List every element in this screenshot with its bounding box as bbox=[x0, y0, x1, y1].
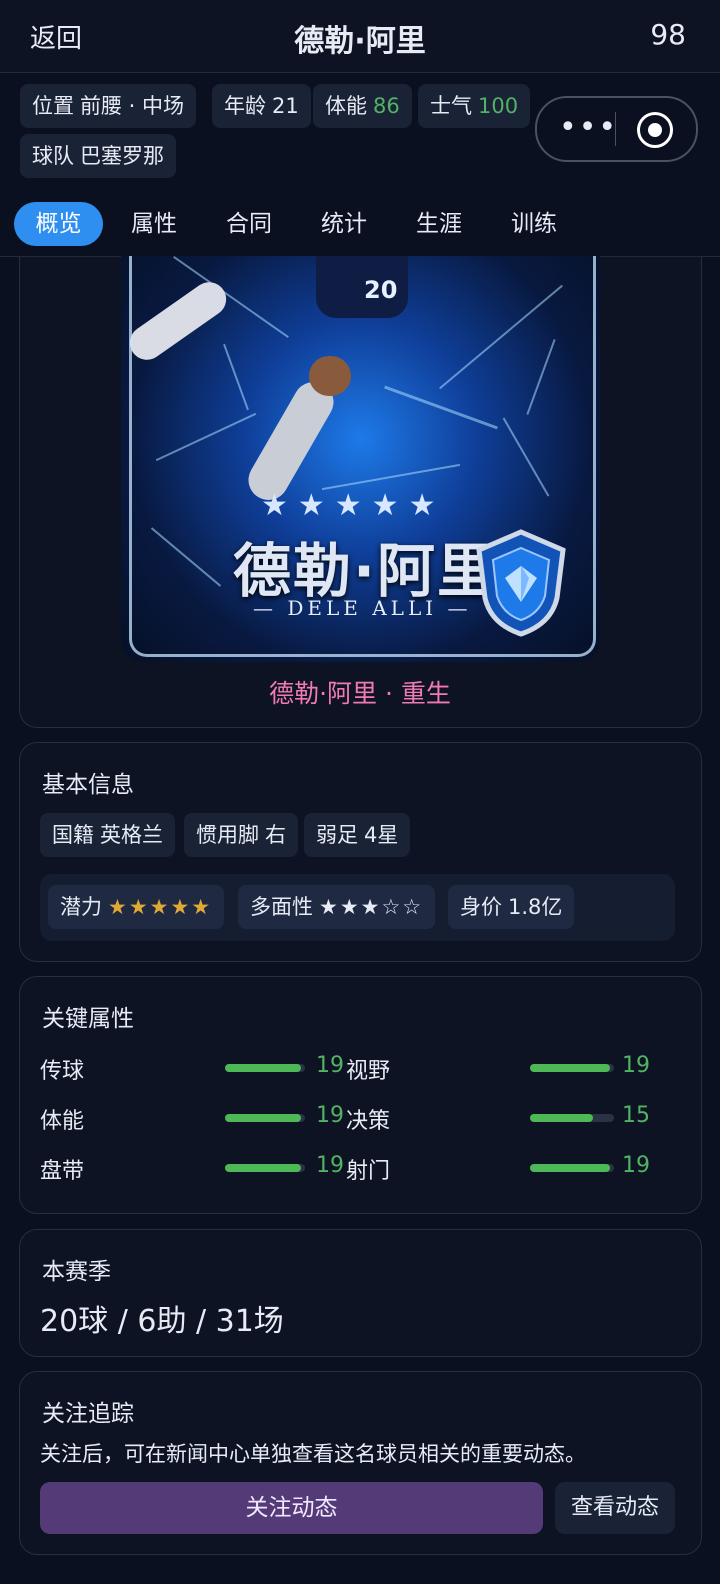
team-label: 球队 bbox=[32, 144, 74, 168]
attr-value: 19 bbox=[316, 1103, 344, 1128]
versatility-pill: 多面性 ★★★☆☆ bbox=[238, 885, 436, 929]
tab-overview[interactable]: 概览 bbox=[14, 202, 103, 246]
tab-bar: 概览 属性 合同 统计 生涯 训练 bbox=[0, 196, 720, 257]
potential-label: 潜力 bbox=[60, 895, 102, 919]
foot-value: 右 bbox=[265, 823, 286, 847]
versatility-label: 多面性 bbox=[250, 895, 313, 919]
follow-button[interactable]: 关注动态 bbox=[40, 1482, 543, 1534]
nationality-value: 英格兰 bbox=[100, 823, 163, 847]
attr-bar-fill bbox=[225, 1164, 301, 1172]
attr-bar bbox=[225, 1064, 305, 1072]
basic-info-card: 基本信息 国籍 英格兰 惯用脚右 弱足 4星 潜力 ★★★★★ 多面性 ★★★☆☆ 身价… bbox=[19, 742, 702, 962]
stamina-pill: 体能 86 bbox=[313, 84, 412, 128]
nationality-label: 国籍 bbox=[52, 823, 94, 847]
attr-bar bbox=[530, 1164, 614, 1172]
attr-bar bbox=[225, 1114, 305, 1122]
position-label: 位置 bbox=[32, 94, 74, 118]
player-card-art[interactable]: 20 ★★★★★ 德勒·阿里 — DELE ALLI — bbox=[121, 256, 600, 662]
position-pill: 位置 前腰 · 中场 bbox=[20, 84, 197, 128]
stamina-label: 体能 bbox=[325, 94, 367, 118]
rating-box: 潜力 ★★★★★ 多面性 ★★★☆☆ 身价 1.8亿 bbox=[40, 874, 675, 941]
morale-label: 士气 bbox=[430, 94, 472, 118]
attr-bar bbox=[225, 1164, 305, 1172]
age-pill: 年龄 21 bbox=[212, 84, 311, 128]
value-value: 1.8亿 bbox=[508, 895, 563, 919]
capsule-divider bbox=[615, 112, 616, 146]
miniprogram-capsule: ••• bbox=[535, 96, 698, 162]
attr-bar-fill bbox=[530, 1164, 610, 1172]
tab-training[interactable]: 训练 bbox=[492, 202, 576, 246]
follow-title: 关注追踪 bbox=[42, 1401, 134, 1427]
attr-label: 决策 bbox=[346, 1109, 391, 1134]
attr-label: 传球 bbox=[40, 1059, 85, 1084]
morale-pill: 士气 100 bbox=[418, 84, 531, 128]
view-updates-button[interactable]: 查看动态 bbox=[555, 1482, 675, 1534]
season-card: 本赛季 20球 / 6助 / 31场 bbox=[19, 1229, 702, 1357]
top-bar: 返回 德勒·阿里 98 bbox=[0, 0, 720, 73]
morale-value: 100 bbox=[478, 94, 519, 118]
card-edition-label: 德勒·阿里 · 重生 bbox=[269, 679, 451, 708]
overall-rating: 98 bbox=[650, 18, 686, 51]
foot-pill: 惯用脚右 bbox=[184, 813, 298, 857]
attr-value: 15 bbox=[622, 1103, 650, 1128]
value-label: 身价 bbox=[460, 895, 502, 919]
position-value: 前腰 · 中场 bbox=[80, 94, 185, 118]
attr-value: 19 bbox=[622, 1053, 650, 1078]
follow-card: 关注追踪 关注后，可在新闻中心单独查看这名球员相关的重要动态。 关注动态 查看动… bbox=[19, 1371, 702, 1555]
attr-label: 射门 bbox=[346, 1159, 391, 1184]
attr-label: 视野 bbox=[346, 1059, 391, 1084]
attr-bar bbox=[530, 1114, 614, 1122]
tab-attributes[interactable]: 属性 bbox=[112, 202, 196, 246]
attr-bar-fill bbox=[225, 1064, 301, 1072]
nationality-pill: 国籍 英格兰 bbox=[40, 813, 175, 857]
potential-pill: 潜力 ★★★★★ bbox=[48, 885, 225, 929]
tab-career[interactable]: 生涯 bbox=[397, 202, 481, 246]
stamina-value: 86 bbox=[373, 94, 400, 118]
record-circle-icon[interactable] bbox=[637, 112, 673, 148]
page-title: 德勒·阿里 bbox=[294, 24, 426, 59]
foot-label: 惯用脚 bbox=[196, 823, 259, 847]
potential-stars: ★★★★★ bbox=[108, 895, 213, 919]
team-value: 巴塞罗那 bbox=[80, 144, 164, 168]
follow-description: 关注后，可在新闻中心单独查看这名球员相关的重要动态。 bbox=[40, 1442, 586, 1466]
versatility-stars: ★★★☆☆ bbox=[319, 895, 424, 919]
key-attributes-title: 关键属性 bbox=[42, 1006, 134, 1032]
season-title: 本赛季 bbox=[42, 1259, 111, 1285]
age-value: 21 bbox=[272, 94, 299, 118]
attr-label: 体能 bbox=[40, 1109, 85, 1134]
attr-value: 19 bbox=[316, 1053, 344, 1078]
tab-contract[interactable]: 合同 bbox=[207, 202, 291, 246]
attr-value: 19 bbox=[622, 1153, 650, 1178]
value-pill: 身价 1.8亿 bbox=[448, 885, 575, 929]
attr-bar-fill bbox=[530, 1114, 593, 1122]
weak-foot-value: 4星 bbox=[364, 823, 399, 847]
more-dots-icon[interactable]: ••• bbox=[559, 110, 618, 145]
attr-bar-fill bbox=[530, 1064, 610, 1072]
attr-bar-fill bbox=[225, 1114, 301, 1122]
key-attributes-card: 关键属性 传球 19 视野 19 体能 19 决策 15 盘带 19 射门 19 bbox=[19, 976, 702, 1214]
attr-label: 盘带 bbox=[40, 1159, 85, 1184]
weak-foot-label: 弱足 bbox=[316, 823, 358, 847]
attr-value: 19 bbox=[316, 1153, 344, 1178]
tab-stats[interactable]: 统计 bbox=[302, 202, 386, 246]
age-label: 年龄 bbox=[224, 94, 266, 118]
season-summary: 20球 / 6助 / 31场 bbox=[40, 1304, 284, 1339]
team-pill: 球队 巴塞罗那 bbox=[20, 134, 176, 178]
card-frame bbox=[129, 256, 596, 657]
basic-info-title: 基本信息 bbox=[42, 772, 134, 798]
attr-bar bbox=[530, 1064, 614, 1072]
weak-foot-pill: 弱足 4星 bbox=[304, 813, 411, 857]
